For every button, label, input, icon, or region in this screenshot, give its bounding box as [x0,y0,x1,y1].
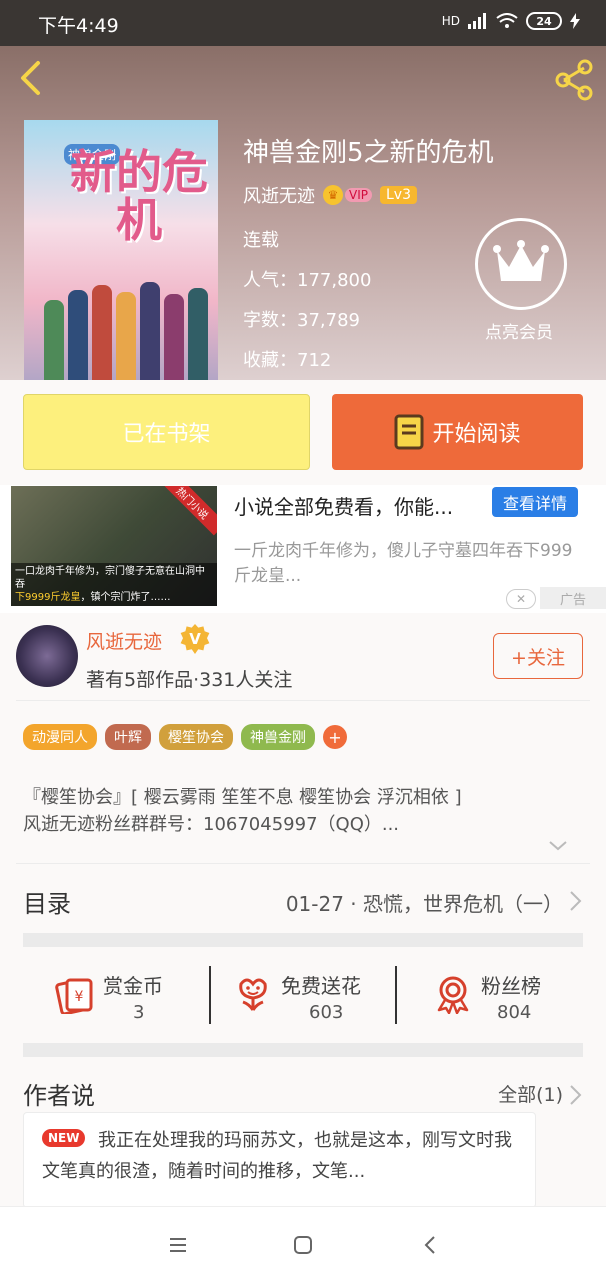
ad-image[interactable]: 热门小说 一口龙肉千年修为，宗门傻子无意在山洞中吞 下9999斤龙皇，镇个宗门炸… [11,486,217,606]
cover-characters [44,270,214,380]
status-bar: 下午4:49 HD 24 [0,0,606,46]
ad-tag-label: 广告 [559,592,586,608]
tag-list: 动漫同人 叶辉 樱笙协会 神兽金刚 + [23,724,347,750]
ad-hot-label: 热门小说 [160,486,217,536]
start-reading-label: 开始阅读 [432,422,521,447]
battery-icon: 24 [526,12,562,30]
wifi-icon [496,13,518,28]
signal-icon [468,13,486,29]
book-cover[interactable]: 神兽金刚 新的危机 [24,120,218,380]
system-nav-bar [0,1206,606,1280]
table-of-contents-row[interactable]: 目录 01-27 · 恐慌，世界危机（一） [23,880,583,920]
reward-coins[interactable]: ¥ 赏金币 3 [55,962,195,1028]
free-flowers[interactable]: 免费送花 603 [233,962,393,1028]
ad-description: 一斤龙肉千年修为，傻儿子守墓四年吞下999斤龙皇... [234,541,573,586]
fan-ranking[interactable]: 粉丝榜 804 [433,962,583,1028]
vip-badge: ♛ VIP [323,185,372,205]
ad-close-button[interactable]: ✕ [506,589,536,609]
author-name[interactable]: 风逝无迹 [243,182,315,208]
medal-icon [437,976,469,1014]
plus-icon: + [328,727,342,747]
vip-label: VIP [345,188,372,202]
support-stats: ¥ 赏金币 3 免费送花 603 粉丝榜 804 [23,962,583,1028]
chevron-right-icon[interactable] [569,1084,583,1106]
stat-separator [209,966,211,1024]
avatar[interactable] [16,625,78,687]
share-button[interactable] [552,58,596,102]
author-says-header: 作者说 全部(1) [23,1076,583,1110]
menu-icon[interactable] [164,1231,192,1259]
flower-icon [239,978,267,1011]
ad-caption: 一口龙肉千年修为，宗门傻子无意在山洞中吞 下9999斤龙皇，镇个宗门炸了…… [11,563,217,606]
book-icon [394,414,424,450]
divider [16,700,590,701]
ad-detail-button[interactable]: 查看详情 [492,487,578,517]
tag-item[interactable]: 叶辉 [105,724,151,750]
fan-ranking-label: 粉丝榜 [481,974,541,998]
tag-item[interactable]: 动漫同人 [23,724,97,750]
toc-label: 目录 [23,890,71,918]
view-all-link[interactable]: 全部(1) [498,1080,563,1107]
stat-separator [395,966,397,1024]
section-separator [23,1043,583,1057]
favorites-count: 收藏：712 [243,350,332,371]
author-stats: 著有5部作品·331人关注 [86,669,293,691]
chevron-right-icon [570,891,582,911]
book-header: 神兽金刚 新的危机 神兽金刚5之新的危机 风逝无迹 ♛ VIP Lv3 连载 人… [0,46,606,380]
latest-chapter: 01-27 · 恐慌，世界危机（一） [285,892,563,916]
crown-icon [493,240,549,281]
fan-ranking-value: 804 [497,1002,532,1023]
free-flowers-label: 免费送花 [281,974,361,998]
member-label: 点亮会员 [485,323,553,343]
status-time: 下午4:49 [38,15,119,37]
status-icons: HD 24 [442,12,580,30]
share-icon [555,59,593,101]
expand-chevron-icon[interactable] [548,836,568,856]
intro-line: 『樱笙协会』[ 樱云雾雨 笙笙不息 樱笙协会 浮沉相依 ] [23,787,462,808]
ad-tag: 广告 [540,587,606,609]
crown-icon: ♛ [323,185,343,205]
author-note-card[interactable]: NEW 我正在处理我的玛丽苏文，也就是这本，刚写文时我文笔真的很渣，随着时间的推… [23,1112,536,1208]
follow-button[interactable]: +关注 [493,633,583,679]
reward-coins-value: 3 [133,1002,145,1023]
ad-title: 小说全部免费看，你能... [234,495,454,519]
book-title: 神兽金刚5之新的危机 [243,138,494,168]
verified-badge-icon: V [180,624,210,654]
author-note-text: 我正在处理我的玛丽苏文，也就是这本，刚写文时我文笔真的很渣，随着时间的推移，文笔… [42,1130,512,1182]
reward-coins-label: 赏金币 [103,974,163,998]
word-count: 字数：37,789 [243,310,360,331]
free-flowers-value: 603 [309,1002,344,1023]
divider [16,863,590,864]
author-says-title: 作者说 [23,1082,95,1110]
book-intro[interactable]: 『樱笙协会』[ 樱云雾雨 笙笙不息 樱笙协会 浮沉相依 ] 风逝无迹粉丝群群号：… [23,784,563,838]
intro-line: 风逝无迹粉丝群群号：1067045997（QQ）... [23,814,400,835]
svg-text:¥: ¥ [75,989,84,1005]
author-line: 风逝无迹 ♛ VIP Lv3 [243,182,417,208]
add-tag-button[interactable]: + [323,725,347,749]
home-icon[interactable] [289,1231,317,1259]
on-shelf-button[interactable]: 已在书架 [23,394,310,470]
member-button[interactable] [475,218,567,310]
popularity: 人气：177,800 [243,270,372,291]
ad-banner[interactable]: 热门小说 一口龙肉千年修为，宗门傻子无意在山洞中吞 下9999斤龙皇，镇个宗门炸… [0,485,606,613]
charging-icon [570,13,580,29]
network-label: HD [441,14,460,28]
section-separator [23,933,583,947]
back-icon[interactable] [416,1231,444,1259]
cover-title: 新的危机 [70,145,208,247]
back-button[interactable] [14,60,50,96]
tag-item[interactable]: 樱笙协会 [159,724,233,750]
tag-item[interactable]: 神兽金刚 [241,724,315,750]
author-card: 风逝无迹 V 著有5部作品·331人关注 +关注 [0,613,606,701]
start-reading-button[interactable]: 开始阅读 [332,394,583,470]
author-card-name[interactable]: 风逝无迹 [86,627,162,654]
serial-status: 连载 [243,230,279,251]
back-arrow-icon [21,61,40,95]
level-badge: Lv3 [379,186,417,204]
red-envelope-icon: ¥ [55,978,93,1014]
close-icon: ✕ [515,592,527,606]
